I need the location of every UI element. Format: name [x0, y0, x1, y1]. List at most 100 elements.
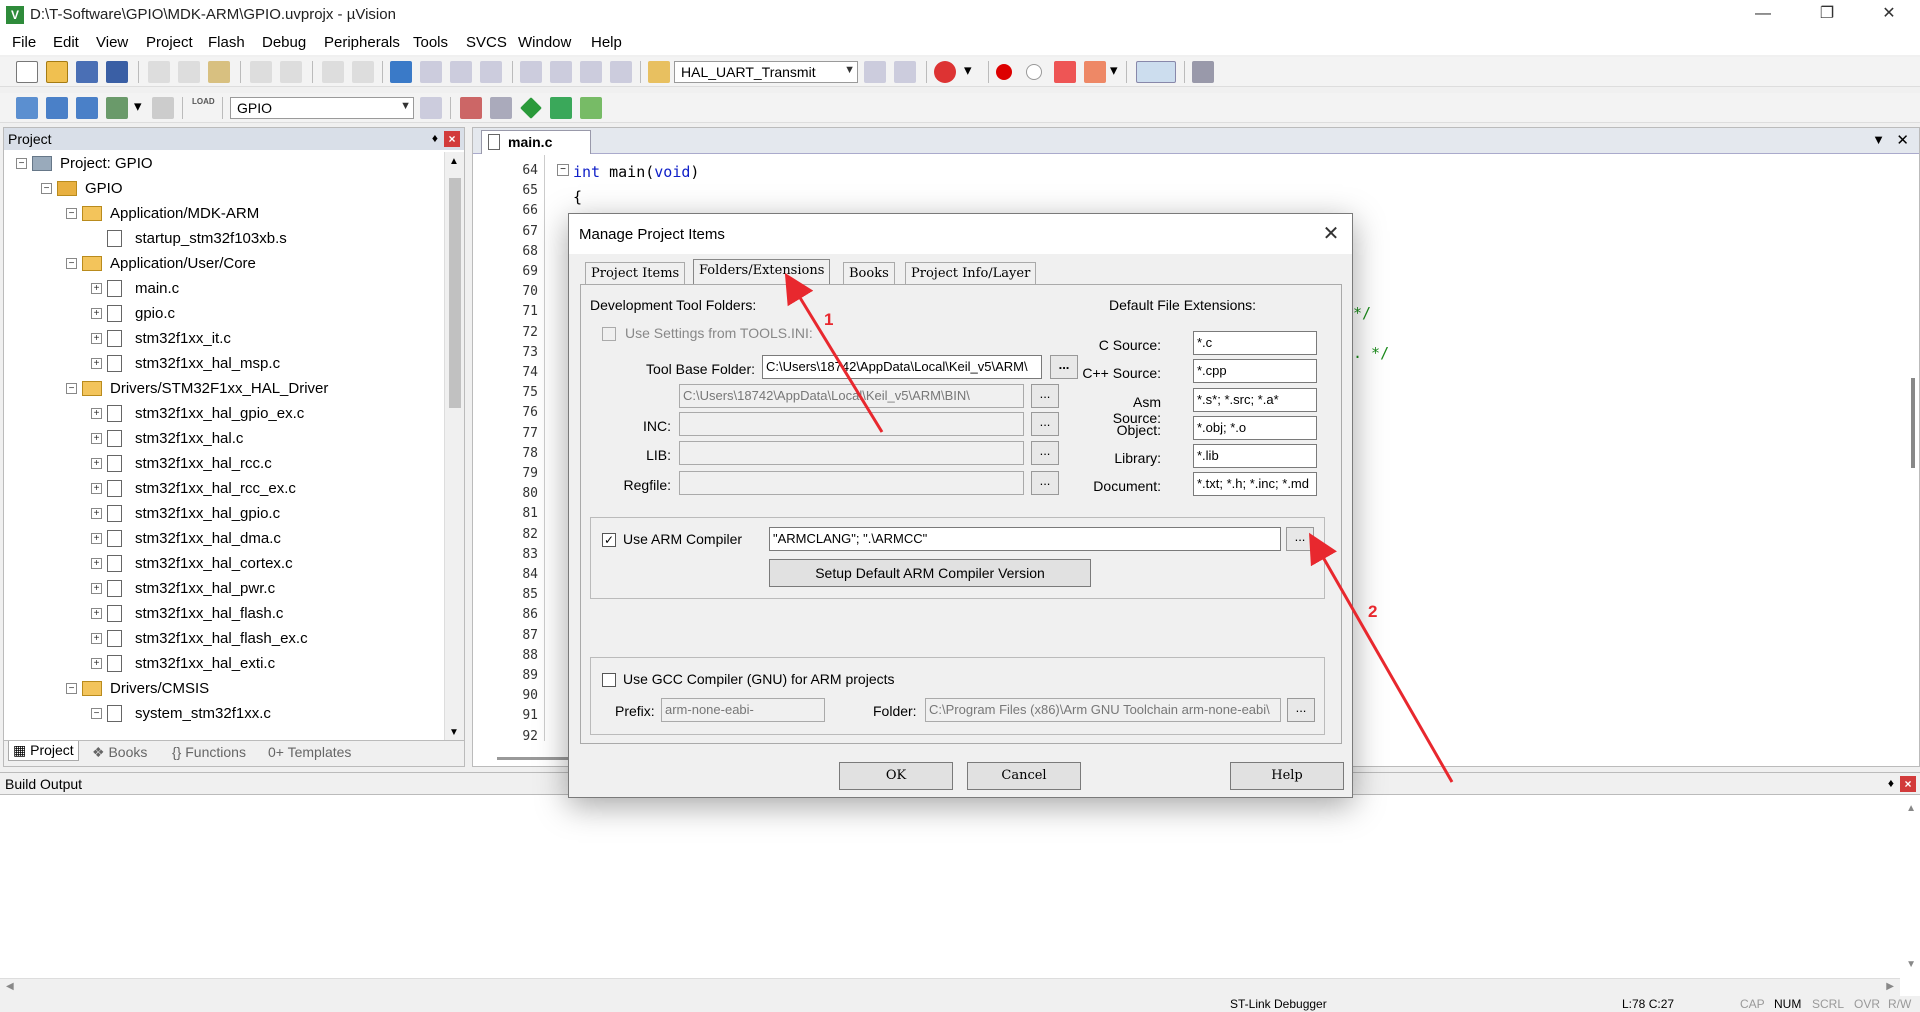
menu-help[interactable]: Help	[591, 34, 622, 51]
close-icon[interactable]: ×	[1900, 776, 1916, 792]
close-icon[interactable]: ✕	[1896, 131, 1909, 149]
debug-session-icon[interactable]	[934, 61, 956, 83]
tree-file-item[interactable]: + stm32f1xx_hal_rcc.c	[4, 452, 434, 476]
use-settings-checkbox[interactable]	[602, 327, 616, 341]
inc-input[interactable]	[679, 412, 1024, 436]
code-line-64[interactable]: int main(void)	[573, 163, 699, 181]
collapse-icon[interactable]: −	[16, 158, 27, 169]
close-window-button[interactable]: ✕	[1866, 0, 1912, 30]
use-arm-compiler-checkbox[interactable]: ✓	[602, 533, 616, 547]
function-combo[interactable]: HAL_UART_Transmit ▼	[674, 61, 858, 83]
menu-tools[interactable]: Tools	[413, 34, 448, 51]
tab-list-icon[interactable]: ▼	[1872, 132, 1885, 147]
clear-bookmarks-icon[interactable]	[480, 61, 502, 83]
gcc-prefix-input[interactable]: arm-none-eabi-	[661, 698, 825, 722]
setup-default-arm-compiler-button[interactable]: Setup Default ARM Compiler Version	[769, 559, 1091, 587]
expand-icon[interactable]: +	[91, 558, 102, 569]
document-input[interactable]: *.txt; *.h; *.inc; *.md	[1193, 472, 1317, 496]
expand-icon[interactable]: +	[91, 508, 102, 519]
expand-icon[interactable]: +	[91, 408, 102, 419]
prev-bookmark-icon[interactable]	[420, 61, 442, 83]
arm-compiler-input[interactable]: "ARMCLANG"; ".\ARMCC"	[769, 527, 1281, 551]
breakpoint-icon[interactable]	[996, 64, 1012, 80]
project-tree-scrollbar[interactable]: ▲ ▼	[444, 152, 464, 742]
tree-file-item[interactable]: + stm32f1xx_hal_gpio.c	[4, 502, 434, 526]
tree-group-item[interactable]: − Application/User/Core	[4, 252, 434, 276]
editor-scrollbar-thumb[interactable]	[1911, 378, 1915, 468]
tree-file-item[interactable]: + stm32f1xx_hal_pwr.c	[4, 577, 434, 601]
help-button[interactable]: Help	[1230, 762, 1344, 790]
tool-base-folder-browse-button[interactable]: ...	[1050, 355, 1078, 379]
redo-icon[interactable]	[280, 61, 302, 83]
expand-icon[interactable]: +	[91, 533, 102, 544]
nav-back-icon[interactable]	[322, 61, 344, 83]
menu-svcs[interactable]: SVCS	[466, 34, 507, 51]
tree-project-item[interactable]: − Project: GPIO	[4, 152, 434, 176]
collapse-icon[interactable]: −	[66, 258, 77, 269]
scroll-down-icon[interactable]: ▼	[449, 727, 459, 738]
build-icon[interactable]	[46, 97, 68, 119]
manage-project-items-icon[interactable]	[460, 97, 482, 119]
pin-icon[interactable]: ♦	[432, 131, 438, 145]
pack-installer-icon[interactable]	[520, 97, 542, 119]
kill-breakpoints-icon[interactable]	[1054, 61, 1076, 83]
tab-project[interactable]: ▦ Project	[8, 741, 79, 761]
minimize-button[interactable]: —	[1740, 0, 1786, 30]
copy-icon[interactable]	[178, 61, 200, 83]
expand-icon[interactable]: +	[91, 358, 102, 369]
tree-file-item[interactable]: + main.c	[4, 277, 434, 301]
cut-icon[interactable]	[148, 61, 170, 83]
tree-file-item[interactable]: startup_stm32f103xb.s	[4, 227, 434, 251]
dialog-close-button[interactable]: ✕	[1318, 222, 1344, 248]
save-icon[interactable]	[76, 61, 98, 83]
tree-file-item[interactable]: − system_stm32f1xx.c	[4, 702, 434, 726]
tab-project-items[interactable]: Project Items	[585, 262, 686, 284]
tab-main-c[interactable]: main.c	[481, 130, 591, 154]
gcc-folder-input[interactable]: C:\Program Files (x86)\Arm GNU Toolchain…	[925, 698, 1281, 722]
regfile-input[interactable]	[679, 471, 1024, 495]
expand-icon[interactable]: +	[91, 483, 102, 494]
nav-forward-icon[interactable]	[352, 61, 374, 83]
lib-input[interactable]	[679, 441, 1024, 465]
tree-file-item[interactable]: + stm32f1xx_hal_msp.c	[4, 352, 434, 376]
tree-group-item[interactable]: − Drivers/STM32F1xx_HAL_Driver	[4, 377, 434, 401]
kill-all-breakpoints-icon[interactable]	[1084, 61, 1106, 83]
uncomment-icon[interactable]	[610, 61, 632, 83]
manage-run-time-icon[interactable]	[580, 97, 602, 119]
arm-compiler-browse-button[interactable]: ...	[1286, 527, 1314, 551]
scroll-right-icon[interactable]: ▶	[1886, 981, 1894, 992]
c-source-input[interactable]: *.c	[1193, 331, 1317, 355]
tree-target-item[interactable]: − GPIO	[4, 177, 434, 201]
pin-icon[interactable]: ♦	[1888, 776, 1894, 790]
collapse-icon[interactable]: −	[66, 208, 77, 219]
tree-file-item[interactable]: + stm32f1xx_hal_gpio_ex.c	[4, 402, 434, 426]
configure-icon[interactable]	[1192, 61, 1214, 83]
tab-functions[interactable]: {} Functions	[172, 744, 246, 760]
menu-edit[interactable]: Edit	[53, 34, 79, 51]
bookmark-icon[interactable]	[390, 61, 412, 83]
load-download-icon[interactable]: LOAD	[192, 97, 215, 119]
cpp-source-input[interactable]: *.cpp	[1193, 359, 1317, 383]
expand-icon[interactable]: +	[91, 433, 102, 444]
manage-multi-project-icon[interactable]	[490, 97, 512, 119]
code-line-65[interactable]: {	[573, 188, 582, 206]
tree-file-item[interactable]: + stm32f1xx_hal_cortex.c	[4, 552, 434, 576]
gcc-folder-browse-button[interactable]: ...	[1287, 698, 1315, 722]
tree-file-item[interactable]: + stm32f1xx_hal_flash_ex.c	[4, 627, 434, 651]
scrollbar-thumb[interactable]	[449, 178, 461, 408]
next-bookmark-icon[interactable]	[450, 61, 472, 83]
new-file-icon[interactable]	[16, 61, 38, 83]
expand-icon[interactable]: +	[91, 583, 102, 594]
inc-browse-button[interactable]: ...	[1031, 412, 1059, 436]
scroll-up-icon[interactable]: ▲	[1906, 803, 1916, 814]
tab-templates[interactable]: 0+ Templates	[268, 744, 351, 760]
tree-group-item[interactable]: − Application/MDK-ARM	[4, 202, 434, 226]
incremental-find-icon[interactable]	[894, 61, 916, 83]
tab-folders-extensions[interactable]: Folders/Extensions	[693, 259, 831, 285]
tree-file-item[interactable]: + stm32f1xx_hal_rcc_ex.c	[4, 477, 434, 501]
collapse-icon[interactable]: −	[41, 183, 52, 194]
tab-books[interactable]: Books	[843, 262, 895, 284]
expand-icon[interactable]: +	[91, 633, 102, 644]
collapse-icon[interactable]: −	[66, 383, 77, 394]
paste-icon[interactable]	[208, 61, 230, 83]
